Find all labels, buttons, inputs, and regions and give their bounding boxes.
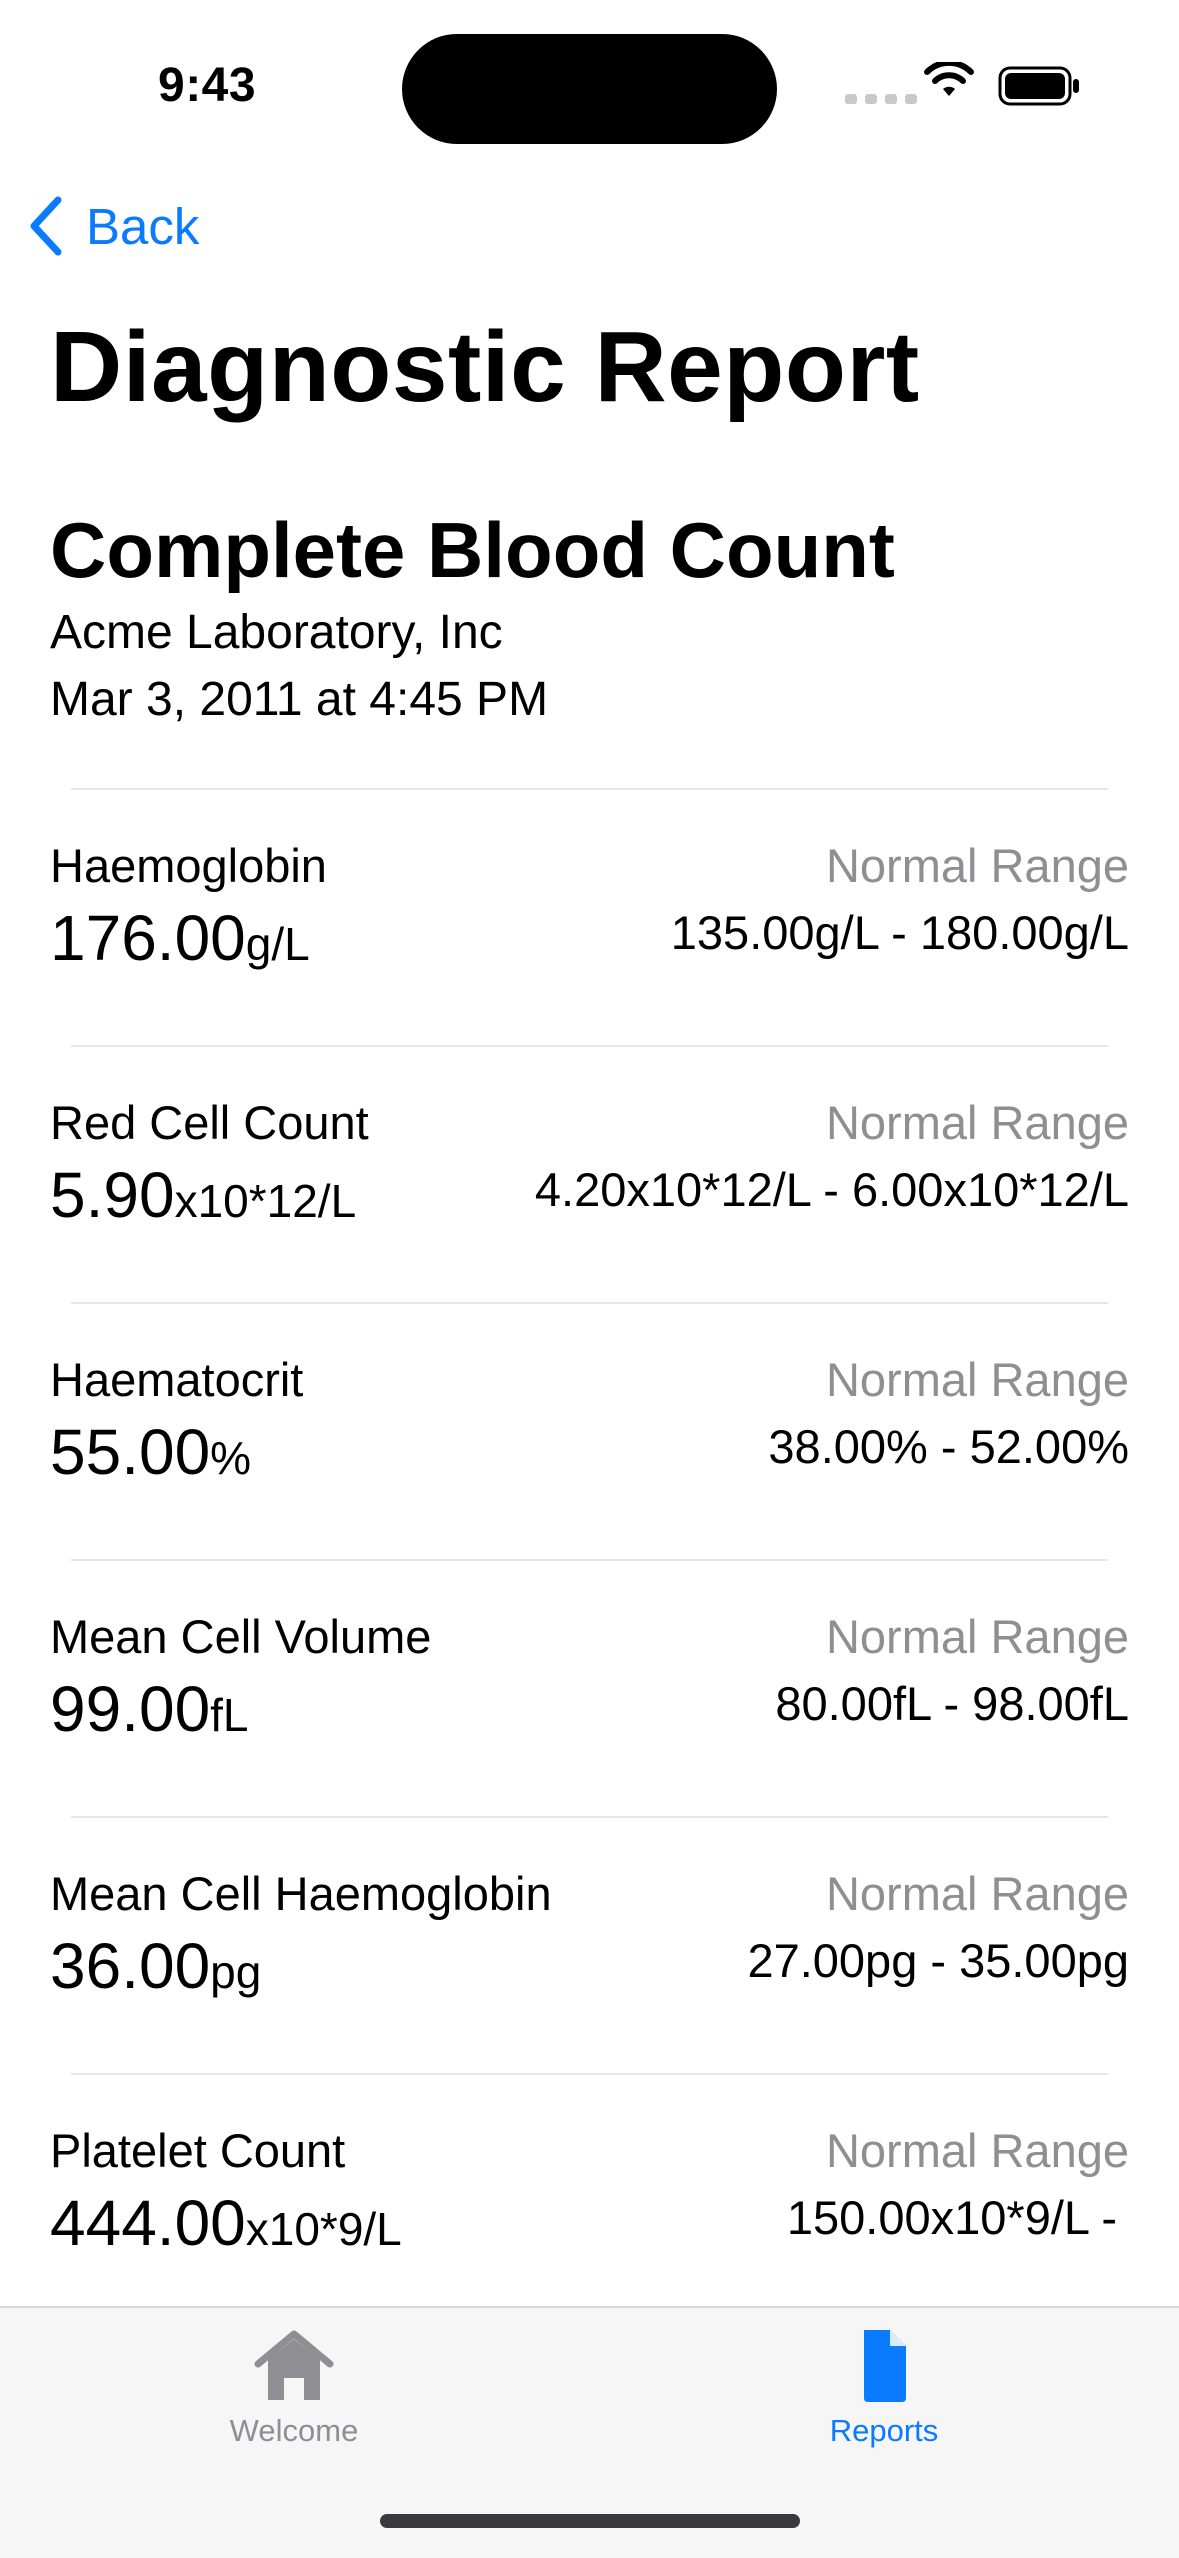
test-name: Platelet Count [50,2124,346,2177]
normal-range-label: Normal Range [825,1353,1129,1406]
normal-range-value: 135.00g/L - 180.00g/L [670,906,1129,959]
normal-range-label: Normal Range [825,839,1129,892]
value-number: 444.00 [50,2187,246,2259]
test-name: Haemoglobin [50,839,327,892]
chevron-left-icon [30,196,62,256]
value-unit: % [210,1432,252,1484]
normal-range-value: 150.00x10*9/L - [786,2191,1117,2244]
test-value: 5.90x10*12/L [50,1158,356,1232]
value-unit: x10*12/L [174,1175,357,1227]
wifi-icon [924,62,974,96]
home-indicator [380,2514,800,2528]
tab-welcome[interactable]: Welcome [174,2328,414,2449]
test-name: Mean Cell Volume [50,1610,432,1663]
value-number: 99.00 [50,1673,211,1745]
test-name: Mean Cell Haemoglobin [50,1867,552,1920]
normal-range-value: 38.00% - 52.00% [768,1420,1129,1473]
value-unit: x10*9/L [245,2203,402,2255]
normal-range-label: Normal Range [825,1610,1129,1663]
test-name: Red Cell Count [50,1096,369,1149]
result-row-haematocrit: Haematocrit 55.00% Normal Range 38.00% -… [0,1302,1179,1559]
result-row-mean-cell-volume: Mean Cell Volume 99.00fL Normal Range 80… [0,1559,1179,1816]
cellular-signal-icon [845,94,917,104]
tab-label: Welcome [229,2413,359,2448]
normal-range-label: Normal Range [825,1096,1129,1149]
back-button[interactable]: Back [26,196,199,256]
tab-label: Reports [829,2413,939,2448]
normal-range-value: 80.00fL - 98.00fL [775,1677,1129,1730]
test-value: 36.00pg [50,1929,261,2003]
back-label: Back [86,197,200,255]
house-icon [254,2330,334,2400]
page-title: Diagnostic Report [50,311,920,423]
normal-range-value: 27.00pg - 35.00pg [747,1934,1129,1987]
results-list: Haemoglobin 176.00g/L Normal Range 135.0… [0,788,1179,2330]
lab-name: Acme Laboratory, Inc [50,606,503,659]
result-row-platelet-count: Platelet Count 444.00x10*9/L Normal Rang… [0,2073,1179,2330]
dynamic-island [402,34,777,144]
value-number: 5.90 [50,1159,175,1231]
document-icon [864,2330,906,2402]
value-unit: fL [210,1689,249,1741]
result-row-red-cell-count: Red Cell Count 5.90x10*12/L Normal Range… [0,1045,1179,1302]
test-value: 176.00g/L [50,901,310,975]
normal-range-label: Normal Range [825,1867,1129,1920]
report-title: Complete Blood Count [50,506,895,594]
value-number: 36.00 [50,1930,211,2002]
result-row-mean-cell-haemoglobin: Mean Cell Haemoglobin 36.00pg Normal Ran… [0,1816,1179,2073]
test-value: 99.00fL [50,1672,249,1746]
status-time: 9:43 [158,59,257,112]
value-number: 176.00 [50,902,246,974]
value-unit: pg [210,1946,262,1998]
normal-range-label: Normal Range [825,2124,1129,2177]
tab-reports[interactable]: Reports [764,2328,1004,2449]
battery-icon [998,66,1079,106]
normal-range-value: 4.20x10*12/L - 6.00x10*12/L [534,1163,1129,1216]
value-number: 55.00 [50,1416,211,1488]
test-value: 444.00x10*9/L [50,2186,402,2260]
value-unit: g/L [245,918,310,970]
test-name: Haematocrit [50,1353,304,1406]
result-row-haemoglobin: Haemoglobin 176.00g/L Normal Range 135.0… [0,788,1179,1045]
report-date: Mar 3, 2011 at 4:45 PM [50,673,549,726]
test-value: 55.00% [50,1415,251,1489]
